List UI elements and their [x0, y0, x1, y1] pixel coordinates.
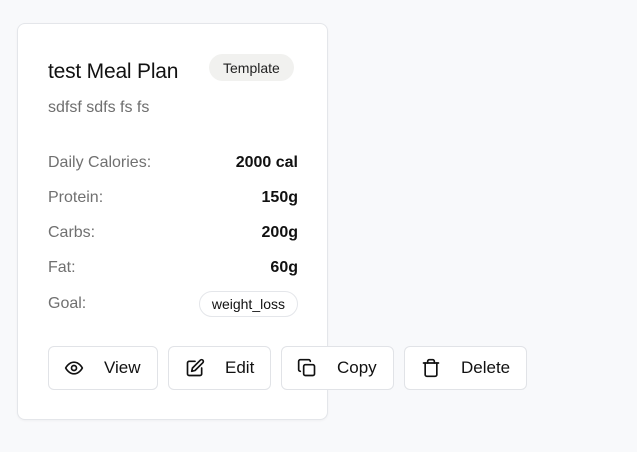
- stat-value: 200g: [261, 224, 298, 241]
- stat-row-goal: Goal: weight_loss: [48, 291, 298, 317]
- edit-button-label: Edit: [225, 358, 255, 377]
- eye-icon: [64, 358, 84, 378]
- stat-value: 150g: [261, 189, 298, 206]
- trash-icon: [421, 358, 441, 378]
- copy-button-label: Copy: [337, 358, 377, 377]
- copy-button[interactable]: Copy: [281, 346, 394, 390]
- delete-button[interactable]: Delete: [404, 346, 527, 390]
- stat-label: Daily Calories:: [48, 154, 152, 171]
- stat-row-calories: Daily Calories: 2000 cal: [48, 152, 298, 174]
- meal-plan-description: sdfsf sdfs fs fs: [48, 99, 150, 116]
- view-button-label: View: [104, 358, 141, 377]
- stat-row-carbs: Carbs: 200g: [48, 222, 298, 244]
- copy-icon: [297, 358, 317, 378]
- template-badge: Template: [209, 54, 294, 81]
- delete-button-label: Delete: [461, 358, 511, 377]
- stat-value: 60g: [270, 259, 298, 276]
- stat-row-fat: Fat: 60g: [48, 257, 298, 279]
- goal-label: Goal:: [48, 295, 87, 312]
- goal-badge: weight_loss: [198, 291, 298, 317]
- stat-value: 2000 cal: [235, 154, 298, 171]
- edit-button[interactable]: Edit: [168, 346, 271, 390]
- view-button[interactable]: View: [48, 346, 158, 390]
- stat-label: Carbs:: [48, 224, 96, 241]
- stat-label: Fat:: [48, 259, 76, 276]
- edit-icon: [185, 358, 205, 378]
- meal-plan-title: test Meal Plan: [48, 60, 179, 83]
- stat-row-protein: Protein: 150g: [48, 187, 298, 209]
- stat-label: Protein:: [48, 189, 104, 206]
